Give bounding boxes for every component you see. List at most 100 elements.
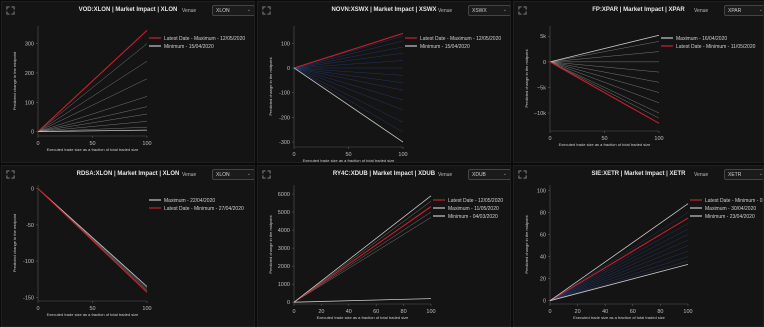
y-axis-label: Predicted change in the midpoint [268,214,273,273]
dashboard-grid: 0 100 200 300 0 50 100 Executed trade size as a… [0,0,764,327]
x-axis-label: Executed trade size as a fraction of tot… [47,312,140,317]
history-line [549,245,689,301]
chevron-down-icon: ⌄ [758,171,763,177]
venue-select[interactable]: XDUB ⌄ [468,169,510,180]
chevron-down-icon: ⌄ [502,171,507,177]
chart-panel: 0 1000 2000 3000 4000 5000 6000 0 20 40 60 80 100 Exe… [257,165,511,327]
legend-label: Latest Date - Maximum - 12/05/2020 [420,36,501,42]
x-tick-label: 0 [36,141,39,147]
chart-svg: 01000200030004000500060000 20 40 60 80 100Exe… [268,185,503,320]
y-tick-label: -100 [23,259,34,265]
venue-select[interactable]: XPAR ⌄ [724,5,763,16]
series-line [293,195,432,303]
y-tick-label: 6000 [278,192,290,198]
legend-label: Maximum - 16/04/2020 [676,36,727,42]
history-line [549,223,689,301]
venue-select[interactable]: XLON ⌄ [212,169,254,180]
series-line [37,188,148,293]
series-line [37,188,148,287]
y-tick-label: 5k [540,34,546,40]
y-tick-label: 100 [25,100,34,106]
x-axis-label: Executed trade size as a fraction of tot… [303,158,396,163]
venue-label: Venue [438,8,453,14]
venue-select-value: XLON [216,172,230,178]
history-line [293,60,404,69]
x-tick-label: 100 [683,309,692,315]
venue-select-value: XETR [728,172,742,178]
series-line [293,206,432,303]
y-axis-label: Predicted change in the midpoint [524,214,529,273]
legend-label: Maximum - 22/04/2020 [164,198,215,204]
x-tick-label: 100 [142,306,151,312]
history-line [549,61,660,93]
chart-svg: 0204060801000 20 40 60 80 100Executed trade s… [524,185,764,320]
history-line [293,217,432,303]
legend-label: Latest Date - 12/05/2020 [448,198,503,204]
x-axis-label: Executed trade size as a fraction of tot… [573,315,666,320]
chart-svg: 01002003000 50 100Executed trade size as a… [12,26,245,152]
y-axis-label: Predicted change in the midpoint [524,48,529,107]
history-line [549,61,660,83]
legend-label: Latest Date - Minimum - 27/04/2020 [164,206,244,212]
venue-select-value: XSWX [472,8,487,14]
y-tick-label: 100 [537,189,546,195]
series-line [549,61,660,124]
legend-label: Latest Date - Minimum - 11/05/2020 [676,44,756,50]
chart-panel: −10k −5k 0 5k 0 50 100 Executed trade size as a… [513,1,764,163]
x-tick-label: 0 [292,309,295,315]
history-line [549,260,689,301]
venue-select[interactable]: XSWX ⌄ [468,5,510,16]
x-tick-label: 0 [36,306,39,312]
history-line [293,52,404,69]
legend-label: Maximum - 30/04/2020 [705,206,756,212]
history-line [549,51,660,63]
venue-select-value: XPAR [728,8,742,14]
venue-select[interactable]: XETR ⌄ [724,169,763,180]
y-tick-label: -150 [23,295,34,301]
venue-select[interactable]: XLON ⌄ [212,5,254,16]
venue-label: Venue [694,8,709,14]
series-line [293,32,404,69]
x-tick-label: 100 [142,141,151,147]
y-tick-label: 4000 [278,228,290,234]
venue-label: Venue [438,172,453,178]
y-tick-label: -50 [26,223,34,229]
y-tick-label: 60 [540,233,546,239]
history-line [293,67,404,84]
y-axis-label: Predicted change in the midpoint [12,213,17,272]
chart-svg: -300-200-10001000 50 100Executed trade siz… [268,26,501,163]
y-axis-label: Predicted change in the midpoint [268,56,273,115]
legend-label: Latest Date - Maximum - 12/05/2020 [164,36,245,42]
x-tick-label: 100 [426,309,435,315]
y-tick-label: 20 [540,277,546,283]
y-tick-label: 2000 [278,264,290,270]
y-axis-label: Predicted change in the midpoint [12,51,17,110]
legend-label: Minimum - 15/04/2020 [420,44,470,50]
y-tick-label: 0 [31,130,34,136]
y-tick-label: 0 [543,299,546,305]
y-tick-label: 3000 [278,246,290,252]
x-axis-label: Executed trade size as a fraction of tot… [559,142,652,147]
y-tick-label: 0 [287,66,290,72]
x-tick-label: 0 [548,309,551,315]
y-tick-label: −5k [537,85,546,91]
history-line [37,60,148,132]
y-tick-label: −10k [534,111,546,117]
venue-label: Venue [182,8,197,14]
history-line [549,61,660,104]
y-tick-label: 200 [25,71,34,77]
history-line [549,41,660,63]
x-tick-label: 0 [292,152,295,158]
history-line [549,212,689,301]
legend-label: Latest Date - Minimum - 07/05/2020 [705,198,764,204]
chart-svg: −10k−5k05k0 50 100Executed trade size as a… [524,26,756,147]
y-tick-label: -100 [279,91,290,97]
chart-svg: -150-100-5000 50 100Executed trade size as… [12,185,244,317]
y-tick-label: -200 [279,115,290,121]
legend-label: Minimum - 15/04/2020 [164,44,214,50]
chart-panel: -300 -200 -100 0 100 0 50 100 Executed trade siz… [257,1,511,163]
y-tick-label: 300 [25,42,34,48]
history-line [549,61,660,114]
history-line [293,40,404,69]
y-tick-label: 80 [540,211,546,217]
